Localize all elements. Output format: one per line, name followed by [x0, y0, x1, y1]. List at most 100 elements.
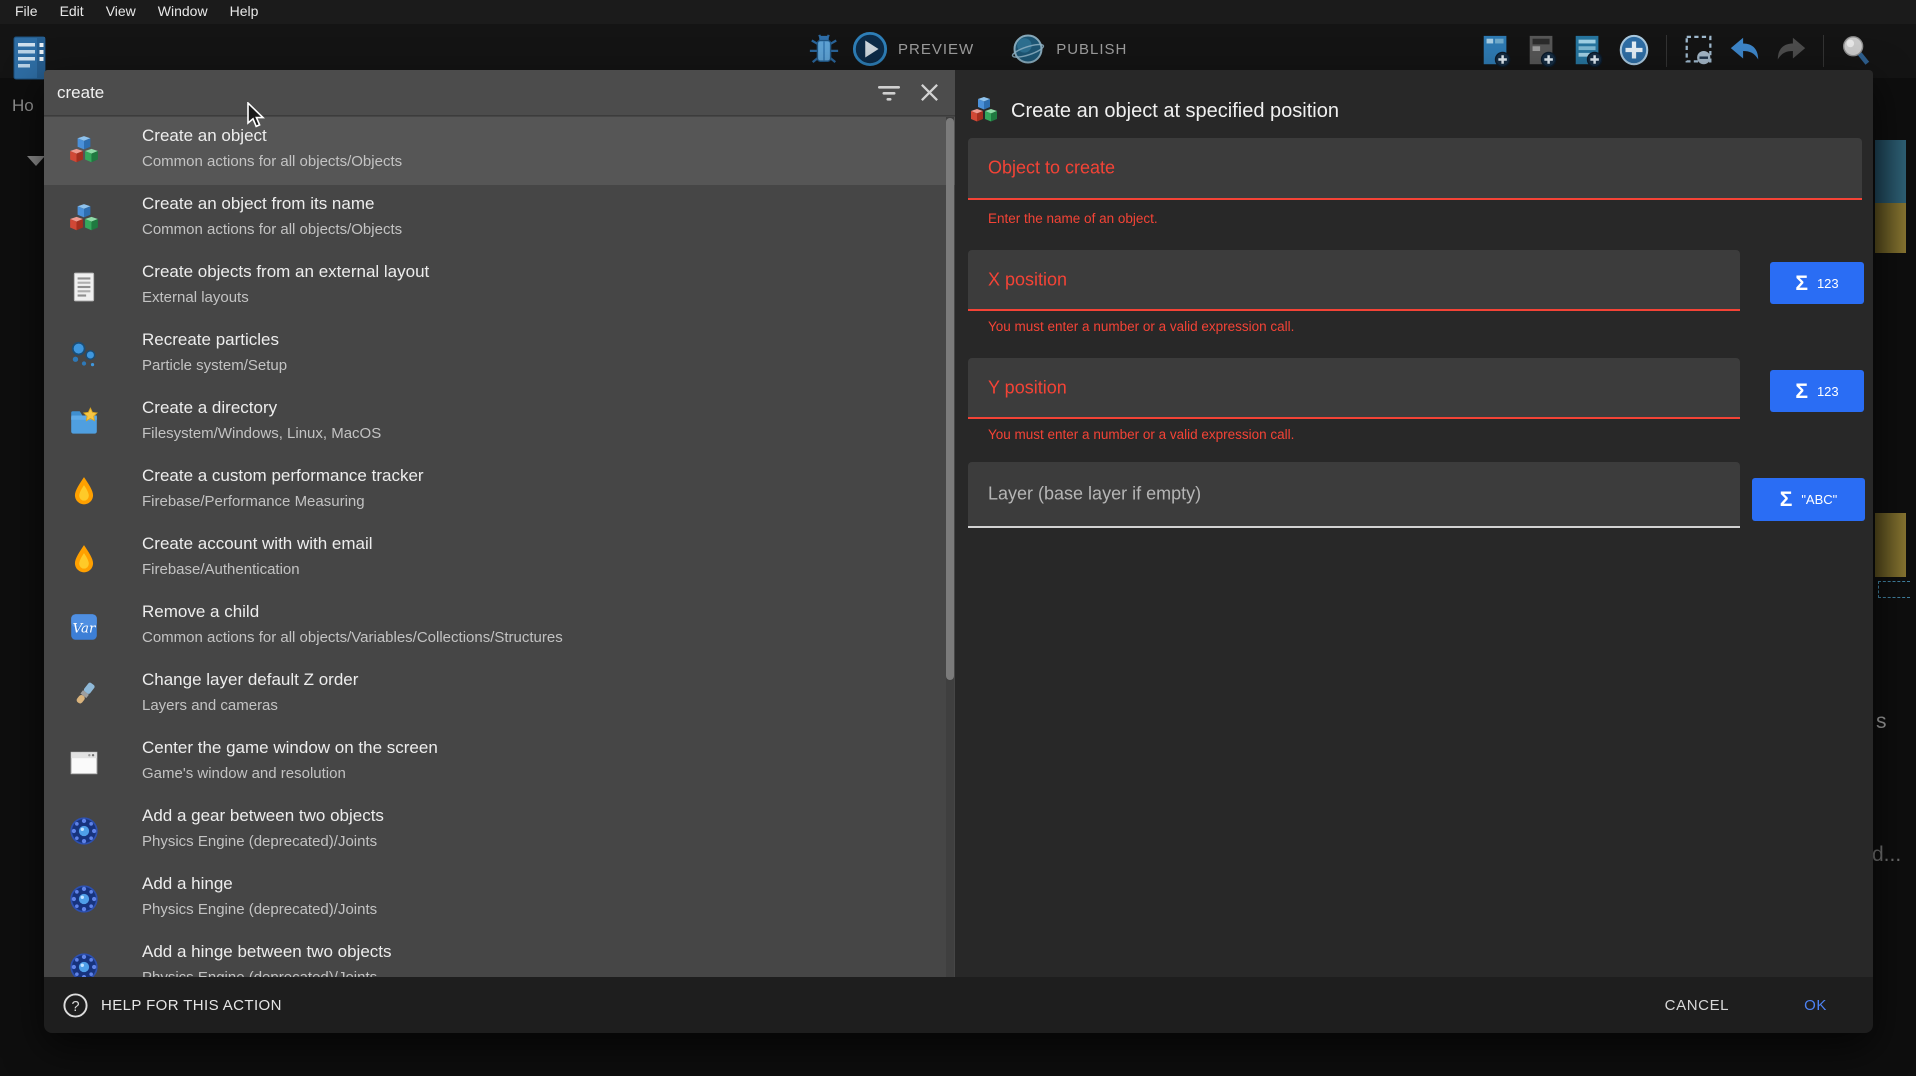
- action-item-title: Create objects from an external layout: [142, 262, 429, 282]
- menu-edit[interactable]: Edit: [49, 0, 95, 24]
- add-external-events-icon[interactable]: [1524, 32, 1560, 70]
- action-list-item[interactable]: Add a hinge Physics Engine (deprecated)/J…: [44, 865, 955, 933]
- toolbar-center: PREVIEW PUBLISH: [806, 30, 1153, 68]
- menu-view[interactable]: View: [95, 0, 147, 24]
- action-list-item[interactable]: Create a custom performance trackerFireb…: [44, 457, 955, 525]
- document-icon: [68, 271, 100, 303]
- action-list-item[interactable]: Recreate particlesParticle system/Setup: [44, 321, 955, 389]
- toolbar-separator: [1823, 35, 1824, 67]
- project-manager-icon[interactable]: [12, 35, 48, 81]
- action-title: Create an object at specified position: [1011, 100, 1339, 123]
- action-list-item[interactable]: Create a directoryFilesystem/Windows, Li…: [44, 389, 955, 457]
- action-item-title: Create account with with email: [142, 534, 373, 554]
- field-helper-text: You must enter a number or a valid expre…: [988, 319, 1294, 334]
- tab-dropdown-caret[interactable]: [27, 156, 45, 166]
- action-item-group: Physics Engine (deprecated)/Joints: [142, 833, 377, 850]
- window-icon: [68, 747, 100, 779]
- gdevelop-window: File Edit View Window Help: [0, 0, 1916, 1076]
- action-item-title: Remove a child: [142, 602, 259, 622]
- action-list-item[interactable]: Create an objectCommon actions for all o…: [44, 117, 955, 185]
- instruction-editor-dialog: create: [44, 70, 1873, 1033]
- action-item-title: Center the game window on the screen: [142, 738, 438, 758]
- action-list-item[interactable]: Var Remove a childCommon actions for all…: [44, 593, 955, 661]
- field-helper-text: Enter the name of an object.: [988, 211, 1158, 226]
- physics-icon: [68, 883, 100, 915]
- action-item-group: Game's window and resolution: [142, 765, 346, 782]
- menu-help[interactable]: Help: [219, 0, 270, 24]
- mouse-cursor: [246, 102, 268, 135]
- action-item-group: External layouts: [142, 289, 249, 306]
- add-external-layout-icon[interactable]: [1570, 32, 1606, 70]
- debug-icon[interactable]: [806, 30, 842, 68]
- undo-icon[interactable]: [1727, 32, 1763, 70]
- publish-icon[interactable]: [1010, 30, 1046, 68]
- action-item-title: Add a hinge: [142, 874, 233, 894]
- sigma-icon: Σ: [1795, 381, 1808, 402]
- action-config-panel: Create an object at specified position O…: [955, 70, 1873, 977]
- action-item-group: Firebase/Performance Measuring: [142, 493, 365, 510]
- publish-button[interactable]: PUBLISH: [1056, 41, 1127, 58]
- search-input[interactable]: create: [44, 83, 869, 103]
- folder-star-icon: [68, 407, 100, 439]
- action-item-group: Physics Engine (deprecated)/Joints: [142, 969, 377, 977]
- add-extension-icon[interactable]: [1616, 32, 1652, 70]
- background-teal-block: [1875, 140, 1906, 203]
- create-object-icon: [969, 96, 999, 126]
- help-icon: ?: [62, 992, 89, 1019]
- add-scene-icon[interactable]: [1478, 32, 1514, 70]
- action-item-title: Create an object from its name: [142, 194, 374, 214]
- action-item-title: Add a gear between two objects: [142, 806, 384, 826]
- search-icon[interactable]: [1838, 32, 1874, 70]
- home-tab-fragment[interactable]: Ho: [12, 96, 34, 116]
- zorder-icon: [68, 679, 100, 711]
- y-position-field[interactable]: Y position: [968, 358, 1740, 419]
- action-item-group: Physics Engine (deprecated)/Joints: [142, 901, 377, 918]
- deprecated-remove-icon[interactable]: [1681, 32, 1717, 70]
- action-list-item[interactable]: Center the game window on the screen Game…: [44, 729, 955, 797]
- firebase-icon: [68, 543, 100, 575]
- menu-window[interactable]: Window: [147, 0, 219, 24]
- action-item-group: Common actions for all objects/Objects: [142, 221, 402, 238]
- background-text-fragment: s: [1876, 710, 1887, 734]
- search-header: create: [44, 70, 955, 116]
- ok-button[interactable]: OK: [1794, 989, 1837, 1022]
- action-list: Create an objectCommon actions for all o…: [44, 117, 955, 977]
- action-item-title: Add a hinge between two objects: [142, 942, 392, 962]
- layer-field[interactable]: Layer (base layer if empty): [968, 462, 1740, 528]
- action-item-title: Create a directory: [142, 398, 277, 418]
- x-expression-builder-button[interactable]: Σ123: [1770, 262, 1864, 304]
- cancel-button[interactable]: CANCEL: [1655, 989, 1739, 1022]
- action-list-item[interactable]: Create account with with email Firebase/A…: [44, 525, 955, 593]
- object-to-create-field[interactable]: Object to create: [968, 138, 1862, 200]
- layer-expression-builder-button[interactable]: Σ"ABC": [1752, 478, 1865, 521]
- background-gold-block: [1875, 513, 1906, 577]
- help-for-this-action-button[interactable]: ? HELP FOR THIS ACTION: [62, 992, 282, 1019]
- action-list-item[interactable]: Create an object from its name Common act…: [44, 185, 955, 253]
- menu-bar: File Edit View Window Help: [0, 0, 1916, 24]
- dialog-bottom-bar: ? HELP FOR THIS ACTION CANCEL OK: [44, 977, 1873, 1033]
- sigma-icon: Σ: [1780, 489, 1793, 510]
- x-position-field[interactable]: X position: [968, 250, 1740, 311]
- scrollbar-thumb[interactable]: [946, 118, 954, 680]
- toolbar-separator: [1666, 35, 1667, 67]
- preview-icon[interactable]: [852, 30, 888, 68]
- redo-icon[interactable]: [1773, 32, 1809, 70]
- background-text-fragment: d...: [1872, 843, 1901, 867]
- filter-icon[interactable]: [869, 73, 909, 113]
- action-list-item[interactable]: Add a hinge between two objects Physics E…: [44, 933, 955, 977]
- menu-file[interactable]: File: [4, 0, 49, 24]
- action-list-item[interactable]: Add a gear between two objects Physics En…: [44, 797, 955, 865]
- field-label: X position: [988, 269, 1067, 290]
- preview-button[interactable]: PREVIEW: [898, 41, 974, 58]
- physics-icon: [68, 815, 100, 847]
- close-icon[interactable]: [909, 73, 949, 113]
- action-search-panel: create: [44, 70, 955, 977]
- action-list-item[interactable]: Change layer default Z orderLayers and c…: [44, 661, 955, 729]
- action-list-item[interactable]: Create objects from an external layout Ex…: [44, 253, 955, 321]
- action-item-group: Firebase/Authentication: [142, 561, 300, 578]
- action-item-group: Common actions for all objects/Variables…: [142, 629, 563, 646]
- background-dashed-selection-fragment: [1878, 581, 1910, 598]
- y-expression-builder-button[interactable]: Σ123: [1770, 370, 1864, 412]
- field-label: Object to create: [988, 158, 1115, 179]
- field-label: Layer (base layer if empty): [988, 484, 1201, 505]
